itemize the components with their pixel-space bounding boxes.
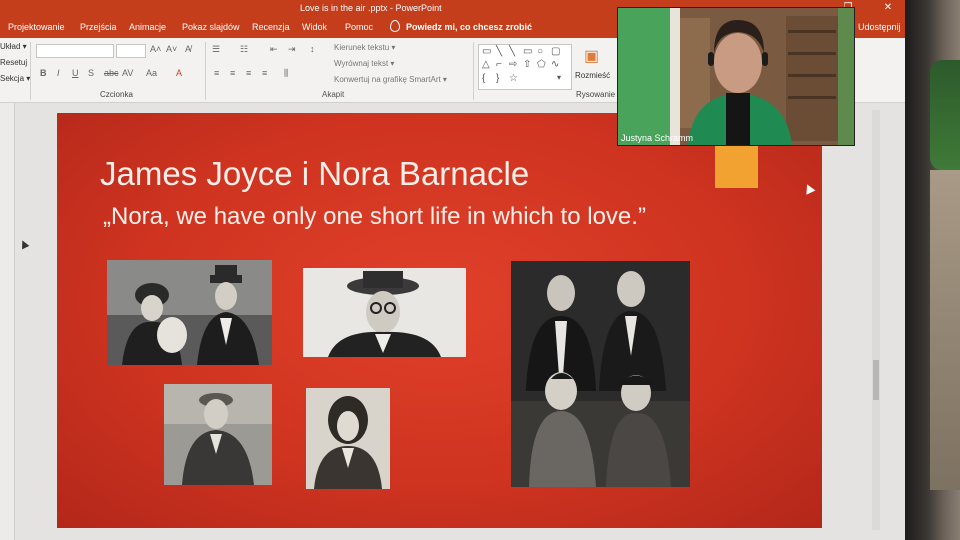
vertical-scrollbar[interactable] — [872, 110, 880, 530]
shape-star-icon[interactable]: ☆ — [509, 73, 518, 84]
sticky-note[interactable] — [715, 146, 758, 188]
align-center-icon[interactable]: ≡ — [230, 68, 235, 78]
tab-view[interactable]: Widok — [302, 16, 327, 38]
scrollbar-thumb[interactable] — [873, 360, 879, 400]
arrange-button[interactable]: Rozmieść — [575, 71, 610, 80]
align-right-icon[interactable]: ≡ — [246, 68, 251, 78]
shape-rounded-icon[interactable]: ▢ — [551, 46, 560, 57]
shape-pentagon-icon[interactable]: ⬠ — [537, 59, 546, 70]
share-button[interactable]: Udostępnij — [858, 16, 901, 38]
gallery-more-icon[interactable]: ▾ — [557, 73, 561, 82]
shape-curve-icon[interactable]: ∿ — [551, 59, 559, 70]
photo-joyce-nora-couple[interactable] — [107, 260, 272, 365]
monitor-screen: Love is in the air .pptx - PowerPoint ❐ … — [0, 0, 905, 540]
tell-me-search[interactable]: Powiedz mi, co chcesz zrobić — [406, 16, 532, 38]
font-size-input[interactable] — [116, 44, 146, 58]
change-case-icon[interactable]: Aa — [146, 68, 157, 78]
font-color-icon[interactable]: A — [176, 68, 182, 78]
section-button[interactable]: Sekcja ▾ — [0, 74, 30, 83]
smartart-button[interactable]: Konwertuj na grafikę SmartArt ▾ — [334, 75, 447, 84]
divider — [473, 42, 474, 100]
shape-rectangle-icon[interactable]: ▭ — [523, 46, 532, 57]
grow-font-icon[interactable]: A˄ — [150, 44, 161, 54]
window-title: Love is in the air .pptx - PowerPoint — [300, 3, 442, 13]
photo-group-four[interactable] — [511, 261, 690, 487]
increase-indent-icon[interactable]: ⇥ — [288, 44, 296, 55]
photo-joyce-hat-portrait[interactable] — [303, 268, 466, 357]
italic-icon[interactable]: I — [57, 68, 60, 78]
background-plant — [930, 60, 960, 170]
drawing-group-label: Rysowanie — [576, 90, 616, 99]
tab-animations[interactable]: Animacje — [129, 16, 166, 38]
tab-review[interactable]: Recenzja — [252, 16, 290, 38]
font-group-label: Czcionka — [100, 90, 133, 99]
lightbulb-icon — [390, 20, 400, 32]
shape-triangle-icon[interactable]: △ — [482, 59, 490, 70]
tab-design[interactable]: Projektowanie — [8, 16, 65, 38]
shape-arrow-right-icon[interactable]: ⇨ — [509, 59, 517, 70]
tab-help[interactable]: Pomoc — [345, 16, 373, 38]
bold-icon[interactable]: B — [40, 68, 47, 78]
photo-nora-portrait[interactable] — [306, 388, 390, 489]
thumbnail-panel[interactable] — [0, 103, 15, 540]
shape-arrow-up-icon[interactable]: ⇧ — [523, 59, 531, 70]
photo-joyce-cap[interactable] — [164, 384, 272, 485]
shape-oval-icon[interactable]: ○ — [537, 46, 543, 57]
numbering-icon[interactable]: ☷ — [240, 44, 248, 55]
decrease-indent-icon[interactable]: ⇤ — [270, 44, 278, 55]
tab-transitions[interactable]: Przejścia — [80, 16, 117, 38]
align-left-icon[interactable]: ≡ — [214, 68, 219, 78]
shadow-icon[interactable]: S — [88, 68, 94, 78]
slide-quote[interactable]: „Nora, we have only one short life in wh… — [103, 203, 646, 231]
font-name-input[interactable] — [36, 44, 114, 58]
shrink-font-icon[interactable]: A˅ — [166, 44, 177, 54]
close-icon[interactable]: ✕ — [878, 0, 898, 16]
reset-button[interactable]: Resetuj — [0, 58, 27, 67]
shape-connector-icon[interactable]: ⌐ — [496, 59, 502, 70]
shape-brace-icon[interactable]: { — [482, 73, 485, 84]
shape-line-icon[interactable]: ╲ — [509, 46, 515, 57]
tab-slideshow[interactable]: Pokaz slajdów — [182, 16, 240, 38]
paragraph-group-label: Akapit — [322, 90, 345, 99]
divider — [205, 42, 206, 100]
video-call-window[interactable]: Justyna Schramm — [617, 7, 855, 146]
line-spacing-icon[interactable]: ↕ — [310, 44, 315, 54]
monitor-bezel — [905, 0, 960, 540]
divider — [30, 42, 31, 100]
shape-brace-icon[interactable]: } — [496, 73, 499, 84]
bullets-icon[interactable]: ☰ — [212, 44, 220, 55]
shape-line-icon[interactable]: ╲ — [496, 46, 502, 57]
clear-format-icon[interactable]: A̸ — [185, 44, 191, 54]
background-shelf — [930, 170, 960, 490]
justify-icon[interactable]: ≡ — [262, 68, 267, 78]
participant-name: Justyna Schramm — [621, 133, 694, 143]
align-text-button[interactable]: Wyrównaj tekst ▾ — [334, 59, 394, 68]
shape-textbox-icon[interactable]: ▭ — [482, 46, 491, 57]
arrange-icon[interactable]: ▣ — [584, 46, 599, 66]
text-direction-button[interactable]: Kierunek tekstu ▾ — [334, 43, 395, 52]
shapes-gallery[interactable]: ▭ ╲ ╲ ▭ ○ ▢ △ ⌐ ⇨ ⇧ ⬠ ∿ { } ☆ ▾ — [478, 44, 572, 90]
underline-icon[interactable]: U — [72, 68, 79, 78]
strikethrough-icon[interactable]: abc — [104, 68, 119, 78]
columns-icon[interactable]: ⫼ — [284, 68, 288, 79]
slide-title[interactable]: James Joyce i Nora Barnacle — [100, 155, 529, 193]
layout-button[interactable]: Układ ▾ — [0, 42, 27, 51]
spacing-icon[interactable]: AV — [122, 68, 133, 78]
